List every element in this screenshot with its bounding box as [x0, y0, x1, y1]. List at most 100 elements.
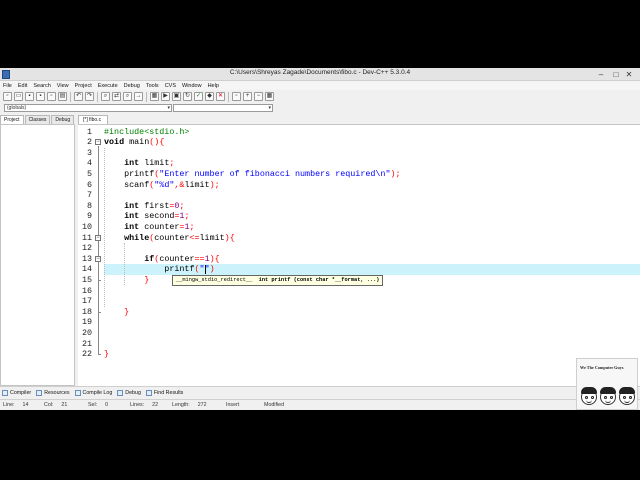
code-area[interactable]: #include<stdio.h> void main(){ int limit;…: [104, 125, 640, 387]
code-line: #include<stdio.h>: [104, 127, 640, 138]
code-token: counter: [139, 221, 180, 232]
window-title: C:\Users\Shreyas Zagade\Documents\fibo.c…: [229, 69, 411, 76]
compile-icon[interactable]: ▦: [150, 92, 159, 101]
menu-edit[interactable]: Edit: [15, 81, 30, 90]
menu-tools[interactable]: Tools: [143, 81, 162, 90]
tab-project[interactable]: Project: [0, 115, 24, 124]
function-signature-tooltip: __mingw_stdio_redirect__ int printf (con…: [172, 274, 384, 286]
save-icon[interactable]: ▪: [25, 92, 34, 101]
logo-text: We The Computer Guys: [580, 365, 624, 370]
line-number: 5: [86, 168, 92, 179]
channel-logo: We The Computer Guys: [576, 358, 638, 410]
editor-tab-fibo[interactable]: [*] fibo.c: [78, 115, 109, 124]
code-editor[interactable]: 1 2 3 4 5 6 7 8 9 10 11 12 13 14 15 16 17 18 19 20 21 22− − − #…: [78, 124, 640, 387]
tab-classes[interactable]: Classes: [24, 115, 51, 124]
fold-guide: [98, 262, 99, 280]
run-icon[interactable]: ▶: [161, 92, 170, 101]
project-panel[interactable]: [0, 124, 75, 386]
maximize-button[interactable]: □: [611, 70, 621, 79]
compile-run-icon[interactable]: ▣: [172, 92, 181, 101]
tab-icon: [74, 389, 81, 396]
menu-window[interactable]: Window: [179, 81, 205, 90]
find-icon[interactable]: ⌕: [101, 92, 110, 101]
line-number: 11: [81, 232, 92, 243]
replace-icon[interactable]: ⇄: [112, 92, 121, 101]
line-number: 18: [81, 306, 92, 317]
menu-help[interactable]: Help: [205, 81, 222, 90]
line-number: 2: [86, 137, 92, 148]
bottom-tabs: Compiler Resources Compile Log Debug Find Re…: [0, 386, 640, 398]
code-token: ;: [184, 211, 190, 222]
minimize-button[interactable]: –: [596, 70, 606, 79]
menu-execute[interactable]: Execute: [95, 81, 121, 90]
new-file-icon[interactable]: ▫: [3, 92, 12, 101]
bottom-tab-compile-log[interactable]: Compile Log: [74, 389, 113, 396]
bottom-tab-resources[interactable]: Resources: [36, 389, 70, 396]
goto-icon[interactable]: →: [134, 92, 143, 101]
tab-debug[interactable]: Debug: [51, 115, 75, 124]
code-token: scanf: [104, 179, 150, 190]
print-icon[interactable]: ▤: [58, 92, 67, 101]
code-token: {: [159, 137, 165, 148]
save-all-icon[interactable]: ▪: [36, 92, 45, 101]
menu-file[interactable]: File: [0, 81, 15, 90]
new-project-icon[interactable]: ▫: [232, 92, 241, 101]
toolbar-separator: [97, 91, 98, 102]
code-token: "Enter number of fibonacci numbers requi…: [159, 168, 391, 179]
code-token: {: [214, 253, 220, 264]
bottom-tab-label: Resources: [44, 389, 70, 396]
members-select[interactable]: ▾: [173, 104, 273, 112]
toolbar-separator: [146, 91, 147, 102]
bottom-tab-compiler[interactable]: Compiler: [2, 389, 31, 396]
cartoon-face-icon: [600, 387, 616, 405]
tooltip-prefix: __mingw_stdio_redirect__: [176, 276, 259, 283]
menu-project[interactable]: Project: [72, 81, 95, 90]
code-token: ;: [169, 158, 175, 169]
rebuild-icon[interactable]: ↻: [183, 92, 192, 101]
tab-icon: [145, 389, 152, 396]
find-next-icon[interactable]: ⌕: [123, 92, 132, 101]
bottom-tab-label: Compile Log: [82, 389, 113, 396]
code-token: limit: [184, 179, 210, 190]
code-token: "%d": [154, 179, 175, 190]
status-line: Line: 14: [3, 402, 29, 408]
bottom-tab-debug[interactable]: Debug: [117, 389, 141, 396]
code-token: ;: [214, 179, 220, 190]
close-window-button[interactable]: ✕: [624, 70, 634, 79]
toolbar-separator: [70, 91, 71, 102]
stop-icon[interactable]: ✕: [216, 92, 225, 101]
add-icon[interactable]: +: [243, 92, 252, 101]
menu-cvs[interactable]: CVS: [162, 81, 179, 90]
code-token: printf: [104, 168, 155, 179]
class-browser-bar: (globals) ▾ ▾: [0, 103, 640, 113]
menu-debug[interactable]: Debug: [121, 81, 143, 90]
remove-icon[interactable]: −: [254, 92, 263, 101]
code-token: }: [104, 349, 110, 360]
menu-view[interactable]: View: [54, 81, 72, 90]
debug-icon[interactable]: ◆: [205, 92, 214, 101]
globals-select[interactable]: (globals) ▾: [4, 104, 172, 112]
menu-search[interactable]: Search: [30, 81, 53, 90]
options-icon[interactable]: ▦: [265, 92, 274, 101]
status-length: Length: 272: [172, 402, 207, 408]
tab-icon: [2, 389, 8, 396]
code-line: scanf("%d",&limit);: [104, 180, 640, 191]
undo-icon[interactable]: ↶: [74, 92, 83, 101]
code-token: limit: [199, 232, 225, 243]
toolbar-separator: [228, 91, 229, 102]
code-token: printf: [104, 264, 195, 275]
bottom-tab-find-results[interactable]: Find Results: [145, 389, 183, 396]
close-icon[interactable]: ▫: [47, 92, 56, 101]
code-line: int counter=1;: [104, 222, 640, 233]
open-icon[interactable]: ▭: [14, 92, 23, 101]
check-icon[interactable]: ✓: [194, 92, 203, 101]
tab-icon: [36, 389, 43, 396]
line-number: 8: [86, 200, 92, 211]
redo-icon[interactable]: ↷: [85, 92, 94, 101]
